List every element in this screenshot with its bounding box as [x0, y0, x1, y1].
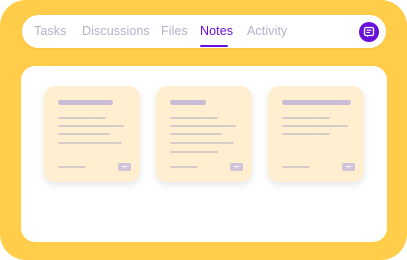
note-line-placeholder	[170, 125, 236, 127]
note-card[interactable]	[44, 86, 140, 182]
note-line-placeholder	[170, 142, 234, 144]
note-line-placeholder	[58, 117, 106, 119]
active-tab-indicator	[200, 45, 228, 47]
tab-activity[interactable]: Activity	[247, 24, 287, 38]
note-title-placeholder	[170, 100, 206, 105]
note-line-placeholder	[282, 125, 348, 127]
tab-bar: Tasks Discussions Files Notes Activity	[22, 15, 386, 48]
note-footer-placeholder	[282, 166, 310, 168]
comment-icon	[118, 163, 131, 171]
note-line-placeholder	[282, 133, 330, 135]
tab-discussions[interactable]: Discussions	[82, 24, 150, 38]
note-line-placeholder	[170, 133, 222, 135]
note-line-placeholder	[58, 142, 122, 144]
notes-panel	[21, 66, 387, 242]
comment-icon	[342, 163, 355, 171]
new-note-button[interactable]	[359, 22, 379, 42]
note-footer-placeholder	[58, 166, 86, 168]
note-card[interactable]	[268, 86, 364, 182]
tab-notes[interactable]: Notes	[200, 24, 233, 38]
note-footer-placeholder	[170, 166, 198, 168]
tab-tasks[interactable]: Tasks	[34, 24, 66, 38]
note-line-placeholder	[170, 151, 218, 153]
note-line-placeholder	[170, 117, 218, 119]
tab-files[interactable]: Files	[161, 24, 188, 38]
note-line-placeholder	[282, 117, 330, 119]
notes-icon	[363, 26, 375, 38]
comment-icon	[230, 163, 243, 171]
app-frame: Tasks Discussions Files Notes Activity	[0, 0, 407, 260]
note-card[interactable]	[156, 86, 252, 182]
note-title-placeholder	[58, 100, 113, 105]
note-title-placeholder	[282, 100, 351, 105]
note-line-placeholder	[58, 133, 110, 135]
note-line-placeholder	[58, 125, 124, 127]
